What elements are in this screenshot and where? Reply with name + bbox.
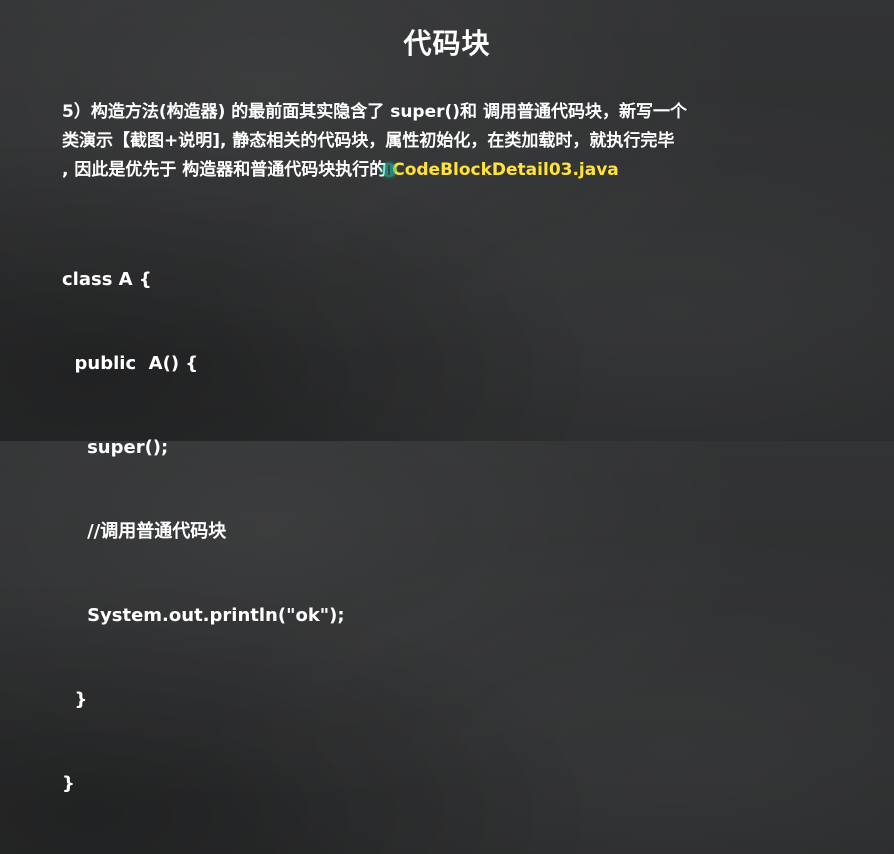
- code-block: class A { public A() { super(); //调用普通代码…: [62, 210, 345, 854]
- description-line-3: , 因此是优先于 构造器和普通代码块执行的 CodeBlockDetail03.…: [62, 156, 872, 185]
- slide: 代码块 5）构造方法(构造器) 的最前面其实隐含了 super()和 调用普通代…: [0, 0, 894, 794]
- code-line: //调用普通代码块: [62, 521, 227, 542]
- description-line-1: 5）构造方法(构造器) 的最前面其实隐含了 super()和 调用普通代码块，新…: [62, 102, 687, 122]
- description-line-2: 类演示【截图+说明], 静态相关的代码块，属性初始化，在类加载时，就执行完毕: [62, 131, 675, 151]
- slide-title: 代码块: [403, 27, 491, 60]
- file-name-highlight: CodeBlockDetail03.java: [392, 160, 619, 180]
- code-line: public A() {: [62, 353, 199, 374]
- description-text: 5）构造方法(构造器) 的最前面其实隐含了 super()和 调用普通代码块，新…: [62, 98, 872, 185]
- description-line-3-text: , 因此是优先于 构造器和普通代码块执行的: [62, 160, 387, 180]
- code-line: super();: [62, 437, 169, 458]
- code-line: }: [62, 773, 75, 794]
- code-line: System.out.println("ok");: [62, 605, 345, 626]
- code-line: }: [62, 689, 88, 710]
- code-line: class A {: [62, 269, 152, 290]
